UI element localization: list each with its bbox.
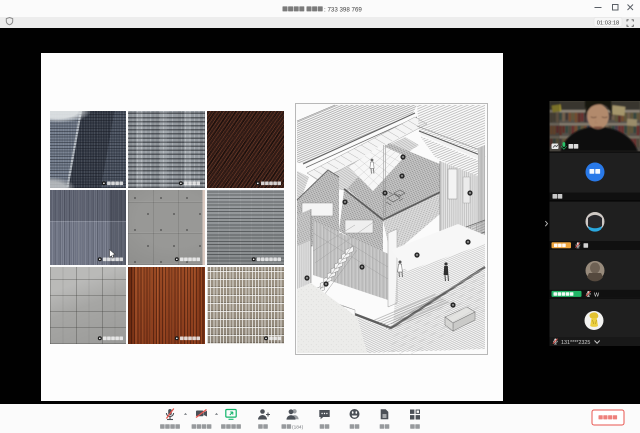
svg-text:01:03:18: 01:03:18 <box>597 20 620 26</box>
svg-text:: 733 398 769: : 733 398 769 <box>324 7 362 14</box>
svg-text:131****2325: 131****2325 <box>561 340 590 346</box>
svg-text:(184): (184) <box>292 424 304 430</box>
